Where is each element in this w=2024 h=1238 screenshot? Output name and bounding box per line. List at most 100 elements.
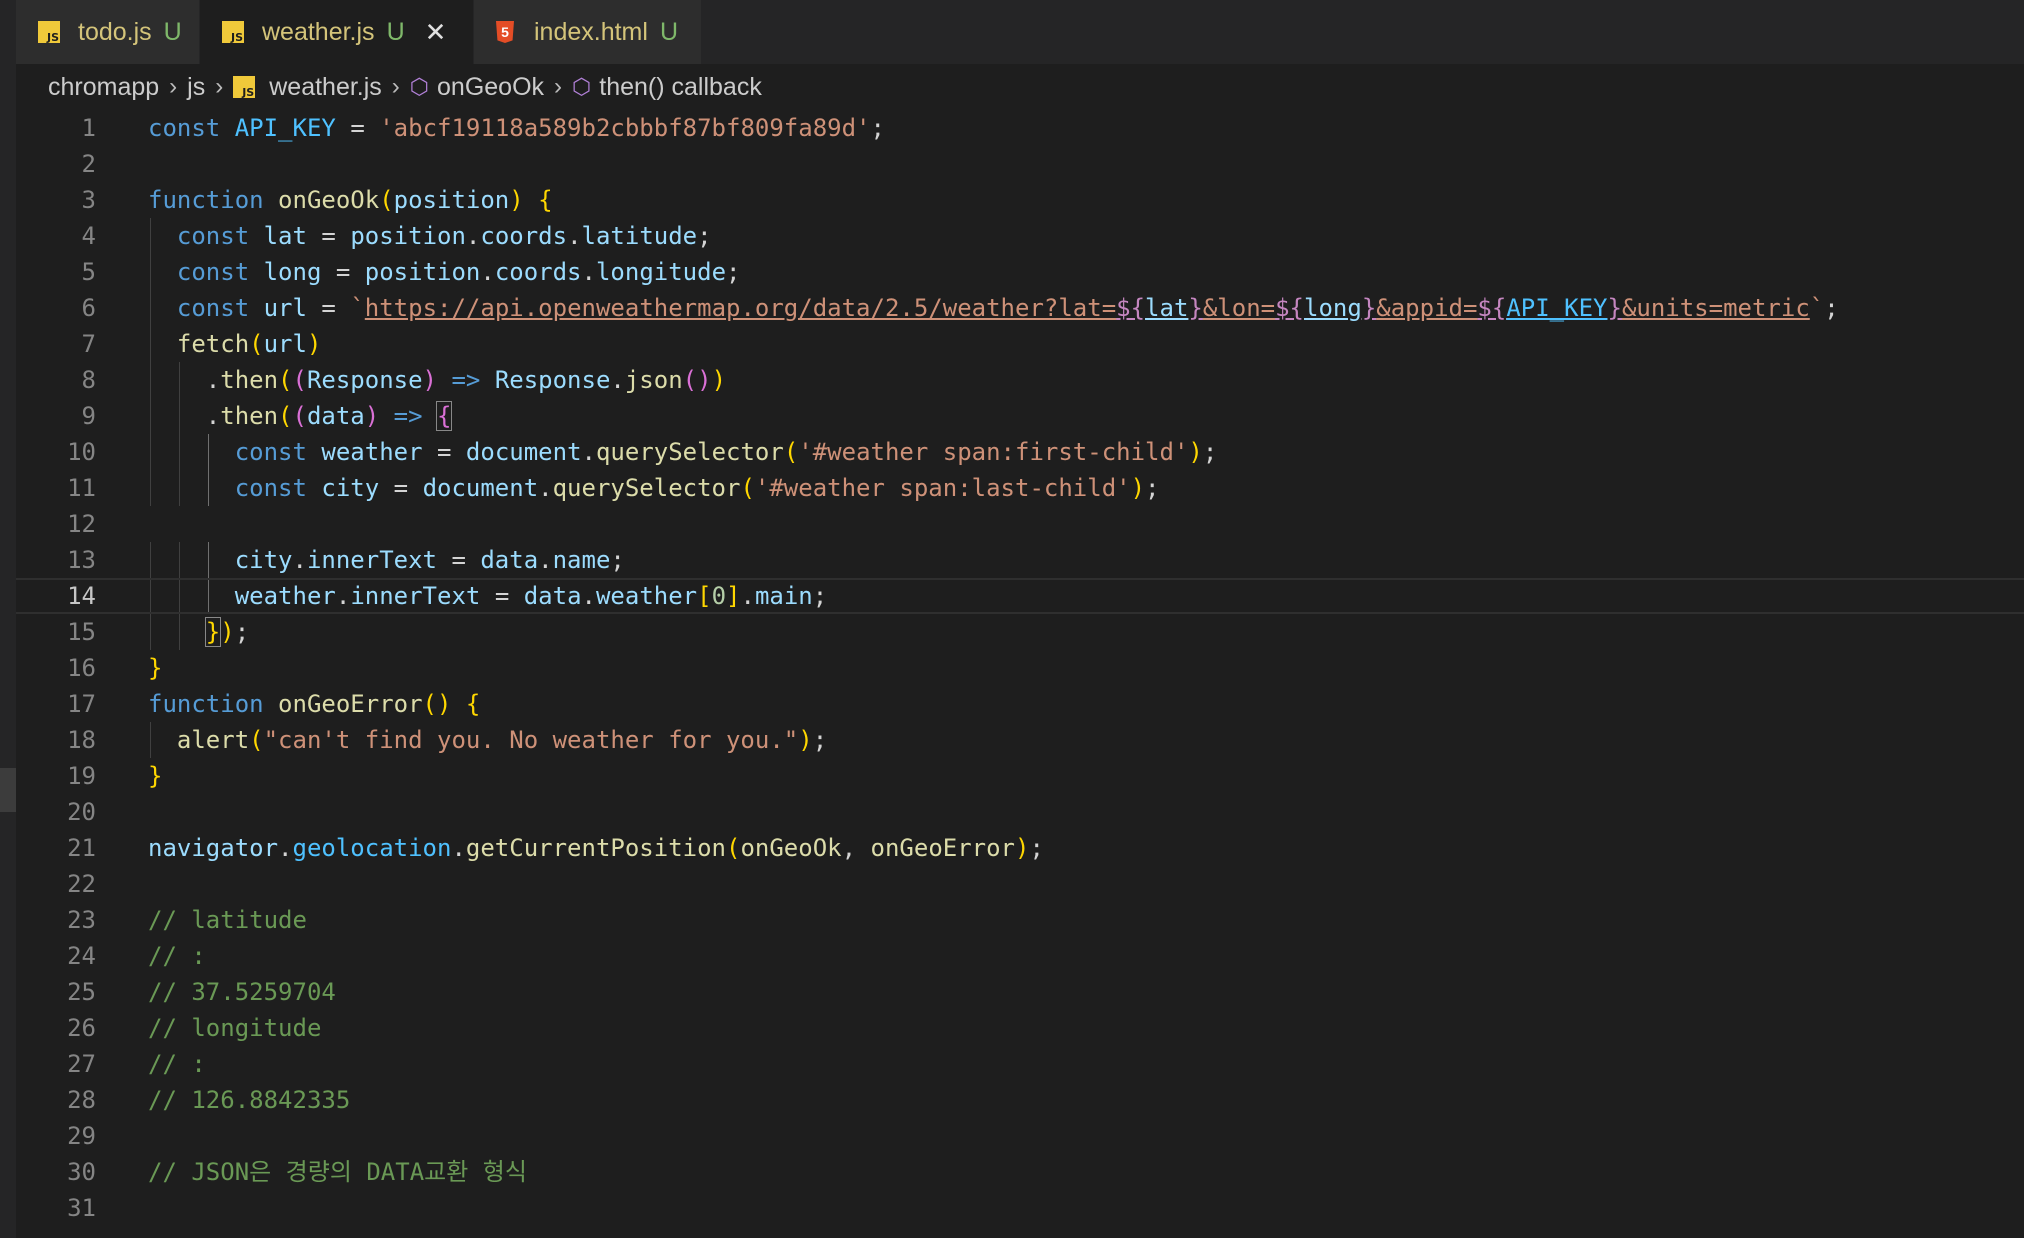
code-line[interactable]: 8 .then((Response) => Response.json()) xyxy=(16,362,2024,398)
line-number: 26 xyxy=(67,1014,96,1042)
code-text: } xyxy=(148,762,163,790)
breadcrumb-file[interactable]: weather.js xyxy=(269,73,382,102)
code-text: // 126.8842335 xyxy=(148,1086,351,1114)
tab-weather-js[interactable]: JS weather.js U ✕ xyxy=(200,0,474,64)
code-text: // : xyxy=(148,942,206,970)
code-line[interactable]: 12 xyxy=(16,506,2024,542)
code-text: const url = `https://api.openweathermap.… xyxy=(176,294,1839,322)
code-text: weather.innerText = data.weather[0].main… xyxy=(234,582,828,610)
chevron-right-icon: › xyxy=(554,73,563,100)
code-text: const lat = position.coords.latitude; xyxy=(176,222,712,250)
code-line[interactable]: 15 }); xyxy=(16,614,2024,650)
code-line[interactable]: 26 // longitude xyxy=(16,1010,2024,1046)
code-line[interactable]: 18 alert("can't find you. No weather for… xyxy=(16,722,2024,758)
breadcrumb-folder-chromapp[interactable]: chromapp xyxy=(48,73,159,102)
tab-index-html[interactable]: 5 index.html U xyxy=(474,0,702,64)
line-number: 30 xyxy=(67,1158,96,1186)
untracked-badge: U xyxy=(163,17,182,46)
code-line[interactable]: 2 xyxy=(16,146,2024,182)
line-number: 2 xyxy=(81,150,96,178)
code-text: alert("can't find you. No weather for yo… xyxy=(176,726,828,754)
line-number: 16 xyxy=(67,654,96,682)
code-line[interactable]: 31 xyxy=(16,1190,2024,1226)
code-line[interactable]: 27 // : xyxy=(16,1046,2024,1082)
code-line[interactable]: 20 xyxy=(16,794,2024,830)
line-number: 21 xyxy=(67,834,96,862)
code-line[interactable]: 13 city.innerText = data.name; xyxy=(16,542,2024,578)
code-text: // latitude xyxy=(148,906,307,934)
code-line[interactable]: 29 xyxy=(16,1118,2024,1154)
line-number: 31 xyxy=(67,1194,96,1222)
code-text: const API_KEY = 'abcf19118a589b2cbbbf87b… xyxy=(148,114,885,142)
code-line[interactable]: 10 const weather = document.querySelecto… xyxy=(16,434,2024,470)
line-number: 25 xyxy=(67,978,96,1006)
code-line[interactable]: 9 .then((data) => { xyxy=(16,398,2024,434)
tab-bar: JS todo.js U JS weather.js U ✕ 5 index.h… xyxy=(16,0,2024,64)
line-number: 22 xyxy=(67,870,96,898)
code-line[interactable]: 16} xyxy=(16,650,2024,686)
code-line[interactable]: 11 const city = document.querySelector('… xyxy=(16,470,2024,506)
code-text: navigator.geolocation.getCurrentPosition… xyxy=(148,834,1044,862)
symbol-method-icon: ⬡ xyxy=(572,74,592,99)
code-line[interactable]: 4 const lat = position.coords.latitude; xyxy=(16,218,2024,254)
code-line[interactable]: 5 const long = position.coords.longitude… xyxy=(16,254,2024,290)
line-number: 18 xyxy=(67,726,96,754)
code-line[interactable]: 28 // 126.8842335 xyxy=(16,1082,2024,1118)
line-number: 15 xyxy=(67,618,96,646)
code-text: const long = position.coords.longitude; xyxy=(176,258,741,286)
code-line[interactable]: 25 // 37.5259704 xyxy=(16,974,2024,1010)
code-line[interactable]: 6 const url = `https://api.openweatherma… xyxy=(16,290,2024,326)
line-number: 1 xyxy=(81,114,96,142)
code-text: // JSON은 경량의 DATA교환 형식 xyxy=(148,1158,527,1186)
breadcrumb-symbol-callback[interactable]: then() callback xyxy=(599,73,762,102)
code-line[interactable]: 7 fetch(url) xyxy=(16,326,2024,362)
line-number: 7 xyxy=(81,330,96,358)
code-line[interactable]: 22 xyxy=(16,866,2024,902)
untracked-badge: U xyxy=(386,17,405,46)
code-text: // longitude xyxy=(148,1014,322,1042)
code-editor[interactable]: 1 const API_KEY = 'abcf19118a589b2cbbbf87… xyxy=(16,110,2024,1226)
line-number: 6 xyxy=(81,294,96,322)
line-number: 13 xyxy=(67,546,96,574)
line-number: 5 xyxy=(81,258,96,286)
code-line[interactable]: 1 const API_KEY = 'abcf19118a589b2cbbbf87… xyxy=(16,110,2024,146)
code-text: const weather = document.querySelector('… xyxy=(234,438,1218,466)
chevron-right-icon: › xyxy=(391,73,400,100)
code-line[interactable]: 30 // JSON은 경량의 DATA교환 형식 xyxy=(16,1154,2024,1190)
code-text: function onGeoOk(position) { xyxy=(148,186,553,214)
code-text: // : xyxy=(148,1050,206,1078)
breadcrumb-folder-js[interactable]: js xyxy=(187,73,205,102)
code-text: city.innerText = data.name; xyxy=(234,546,625,574)
untracked-badge: U xyxy=(659,17,679,46)
symbol-method-icon: ⬡ xyxy=(409,74,430,99)
chevron-right-icon: › xyxy=(215,73,224,100)
scroll-indicator[interactable] xyxy=(0,768,16,812)
javascript-file-icon: JS xyxy=(233,76,256,98)
line-number: 4 xyxy=(81,222,96,250)
breadcrumb-symbol-ongeook[interactable]: onGeoOk xyxy=(437,73,544,102)
activity-strip xyxy=(0,0,16,1238)
line-number: 17 xyxy=(67,690,96,718)
chevron-right-icon: › xyxy=(169,73,178,100)
code-line[interactable]: 19} xyxy=(16,758,2024,794)
line-number: 19 xyxy=(67,762,96,790)
code-line[interactable]: 17 function onGeoError() { xyxy=(16,686,2024,722)
code-text: .then((data) => { xyxy=(205,401,453,431)
line-number: 12 xyxy=(67,510,96,538)
line-number: 27 xyxy=(67,1050,96,1078)
code-text: // 37.5259704 xyxy=(148,978,336,1006)
javascript-file-icon: JS xyxy=(38,21,60,43)
breadcrumb: chromapp › js › JS weather.js › ⬡ onGeoO… xyxy=(48,64,762,110)
line-number: 28 xyxy=(67,1086,96,1114)
line-number: 20 xyxy=(67,798,96,826)
close-icon[interactable]: ✕ xyxy=(425,17,447,48)
code-text: const city = document.querySelector('#we… xyxy=(234,474,1160,502)
code-line[interactable]: 23 // latitude xyxy=(16,902,2024,938)
code-text: fetch(url) xyxy=(176,330,322,358)
line-number: 23 xyxy=(67,906,96,934)
code-line[interactable]: 14 weather.innerText = data.weather[0].m… xyxy=(16,578,2024,614)
code-line[interactable]: 3 function onGeoOk(position) { xyxy=(16,182,2024,218)
code-line[interactable]: 21 navigator.geolocation.getCurrentPositi… xyxy=(16,830,2024,866)
tab-todo-js[interactable]: JS todo.js U xyxy=(16,0,200,64)
code-line[interactable]: 24 // : xyxy=(16,938,2024,974)
